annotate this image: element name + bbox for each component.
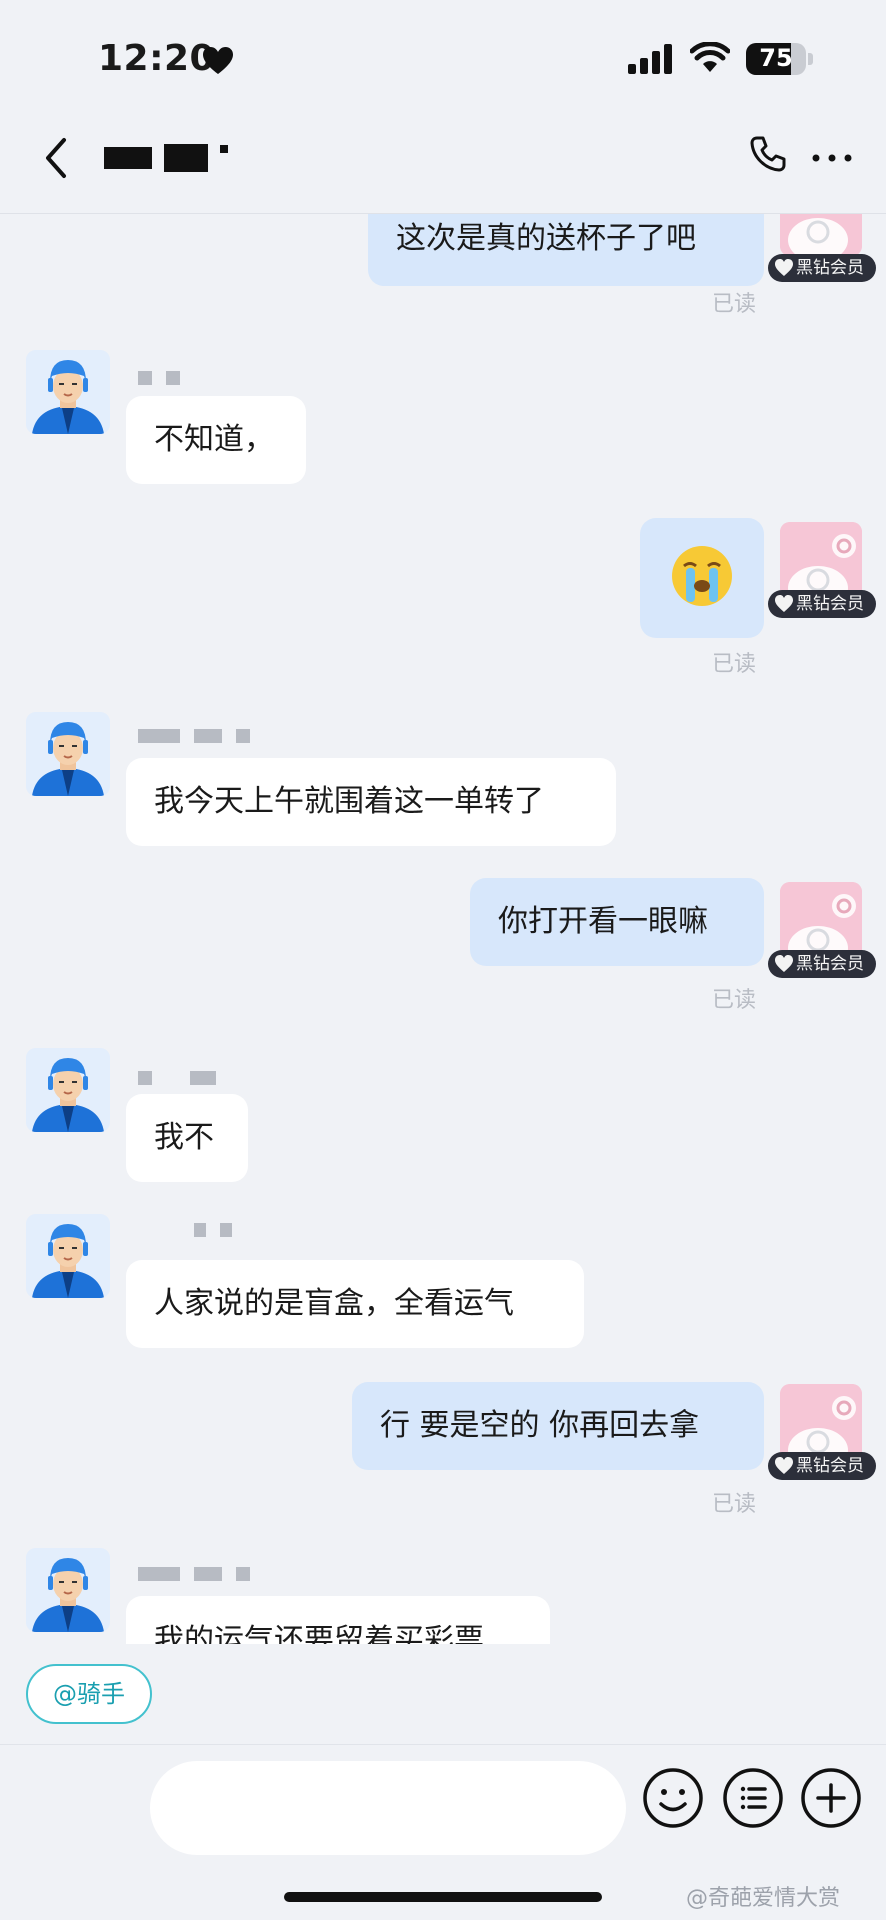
battery-tip [808,53,813,65]
heart-badge-icon [775,595,793,612]
pink-avatar-icon [780,214,862,256]
vip-badge-label: 黑钻会员 [796,954,864,974]
vip-badge-label: 黑钻会员 [796,1456,864,1476]
battery-indicator: 75 [746,43,806,75]
rider-figure-icon [26,1214,110,1298]
vip-badge: 黑钻会员 [768,1452,876,1480]
read-status: 已读 [712,652,757,677]
contact-name-redacted [104,130,264,186]
list-menu-icon[interactable] [722,1767,784,1829]
rider-avatar[interactable] [26,350,110,434]
heart-badge-icon [775,1457,793,1474]
vip-badge: 黑钻会员 [768,590,876,618]
message-bubble-outgoing[interactable]: 你打开看一眼嘛 [470,878,764,966]
chat-header [0,110,886,214]
emoji-face-icon[interactable] [642,1767,704,1829]
cellular-signal-icon [628,44,672,74]
battery-percentage: 75 [759,44,793,72]
mention-rider-chip[interactable]: @骑手 [26,1664,152,1724]
rider-figure-icon [26,712,110,796]
watermark-text: @奇葩爱情大赏 [686,1886,841,1911]
more-icon[interactable] [808,138,856,178]
message-bubble-outgoing[interactable]: 行 要是空的 你再回去拿 [352,1382,764,1470]
rider-figure-icon [26,1548,110,1632]
wifi-icon [690,42,730,72]
sender-name-redacted [138,1070,230,1086]
rider-avatar[interactable] [26,1214,110,1298]
crying-face-icon [672,546,732,606]
sender-name-redacted [138,1566,264,1582]
message-bubble-incoming[interactable]: 不知道， [126,396,306,484]
heart-badge-icon [775,259,793,276]
rider-avatar[interactable] [26,1548,110,1632]
heart-icon [203,47,233,74]
read-status: 已读 [712,1492,757,1517]
message-input[interactable] [150,1761,626,1855]
message-bubble-outgoing[interactable]: 这次是真的送杯子了吧 [368,214,764,286]
vip-badge: 黑钻会员 [768,950,876,978]
vip-badge-label: 黑钻会员 [796,258,864,278]
message-bubble-incoming[interactable]: 我不 [126,1094,248,1182]
status-bar: 12:20 75 [0,0,886,110]
message-list[interactable]: 这次是真的送杯子了吧 黑钻会员 已读 不知道， 黑钻会员 已读 我今天上午就围着… [0,214,886,1644]
status-time: 12:20 [98,38,216,79]
message-bubble-incoming[interactable]: 我今天上午就围着这一单转了 [126,758,616,846]
read-status: 已读 [712,292,757,317]
rider-figure-icon [26,1048,110,1132]
phone-icon[interactable] [748,134,788,174]
sender-name-redacted [138,728,264,744]
message-bubble-outgoing-emoji[interactable] [640,518,764,638]
heart-badge-icon [775,955,793,972]
plus-icon[interactable] [800,1767,862,1829]
message-bubble-incoming[interactable]: 我的运气还要留着买彩票 [126,1596,550,1644]
message-bubble-incoming[interactable]: 人家说的是盲盒，全看运气 [126,1260,584,1348]
chevron-left-icon[interactable] [40,136,74,180]
rider-figure-icon [26,350,110,434]
self-avatar[interactable] [780,214,862,256]
sender-name-redacted [138,370,194,386]
vip-badge: 黑钻会员 [768,254,876,282]
vip-badge-label: 黑钻会员 [796,594,864,614]
read-status: 已读 [712,988,757,1013]
rider-avatar[interactable] [26,1048,110,1132]
home-indicator[interactable] [284,1892,602,1902]
sender-name-redacted [194,1222,246,1238]
rider-avatar[interactable] [26,712,110,796]
